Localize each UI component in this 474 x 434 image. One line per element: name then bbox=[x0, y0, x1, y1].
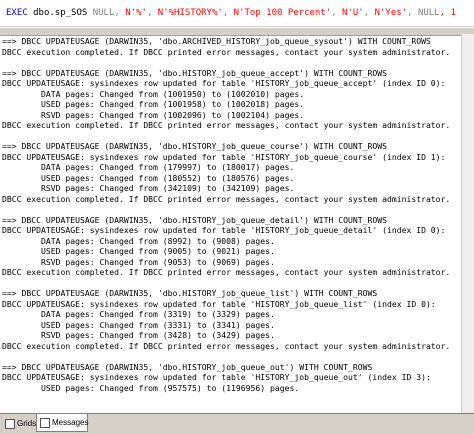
message-line: ==> DBCC UPDATEUSAGE (DARWIN35, 'dbo.HIS… bbox=[2, 361, 373, 372]
message-line: DBCC UPDATEUSAGE: sysindexes row updated… bbox=[2, 298, 436, 309]
query-editor[interactable]: EXEC dbo.sp_SOS NULL, N'%', N'%HISTORY%'… bbox=[0, 0, 474, 27]
message-line: DBCC UPDATEUSAGE: sysindexes row updated… bbox=[2, 78, 446, 88]
splitter[interactable] bbox=[0, 27, 474, 36]
message-line: DBCC execution completed. If DBCC printe… bbox=[2, 340, 451, 351]
message-line: ==> DBCC UPDATEUSAGE (DARWIN35, 'dbo.HIS… bbox=[2, 67, 387, 78]
message-line: ==> DBCC UPDATEUSAGE (DARWIN35, 'dbo.HIS… bbox=[2, 288, 378, 298]
message-line: ==> DBCC UPDATEUSAGE (DARWIN35, 'dbo.HIS… bbox=[2, 214, 387, 225]
query-token: N'%HISTORY%' bbox=[157, 8, 223, 18]
message-line: DBCC UPDATEUSAGE: sysindexes row updated… bbox=[2, 225, 446, 235]
query-token: , bbox=[363, 8, 375, 18]
message-line: USED pages: Changed from (180552) to (18… bbox=[2, 172, 295, 183]
message-line: DBCC execution completed. If DBCC printe… bbox=[2, 120, 451, 130]
message-line: DATA pages: Changed from (179997) to (18… bbox=[2, 162, 295, 172]
tab-grids[interactable]: Grids bbox=[2, 415, 36, 432]
query-token: NULL bbox=[92, 8, 115, 18]
message-line: DATA pages: Changed from (8992) to (9008… bbox=[2, 235, 275, 246]
message-line: DBCC execution completed. If DBCC printe… bbox=[2, 46, 451, 57]
query-token: N'U' bbox=[342, 8, 364, 18]
grid-icon bbox=[5, 419, 15, 429]
query-token: , bbox=[146, 8, 158, 18]
message-line: RSVD pages: Changed from (342109) to (34… bbox=[2, 183, 295, 193]
message-line: DBCC execution completed. If DBCC printe… bbox=[2, 193, 451, 204]
tab-messages-label: Messages bbox=[52, 418, 89, 427]
query-line: EXEC dbo.sp_SOS NULL, N'%', N'%HISTORY%'… bbox=[6, 8, 456, 19]
query-token: , bbox=[407, 8, 418, 18]
message-line: ==> DBCC UPDATEUSAGE (DARWIN35, 'dbo.HIS… bbox=[2, 141, 387, 151]
results-tab-bar: Grids Messages bbox=[0, 413, 474, 434]
query-token: , bbox=[114, 8, 126, 18]
query-token: EXEC bbox=[6, 8, 28, 18]
message-line: USED pages: Changed from (9005) to (9021… bbox=[2, 246, 275, 256]
query-token: N'Yes' bbox=[374, 8, 408, 18]
query-token: , bbox=[222, 8, 234, 18]
query-token: , bbox=[331, 8, 343, 18]
message-line: DBCC execution completed. If DBCC printe… bbox=[2, 267, 451, 277]
query-token: dbo.sp_SOS bbox=[27, 8, 93, 18]
tab-messages[interactable]: Messages bbox=[36, 414, 88, 432]
vertical-scrollbar[interactable] bbox=[461, 34, 474, 413]
message-line: USED pages: Changed from (957575) to (11… bbox=[2, 382, 300, 393]
query-token: NULL bbox=[417, 8, 440, 18]
message-line: ==> DBCC UPDATEUSAGE (DARWIN35, 'dbo.ARC… bbox=[2, 37, 431, 46]
query-token: , 1 bbox=[439, 8, 456, 18]
message-line: RSVD pages: Changed from (1002096) to (1… bbox=[2, 109, 305, 120]
message-line: DATA pages: Changed from (1001950) to (1… bbox=[2, 88, 305, 99]
message-line: USED pages: Changed from (3331) to (3341… bbox=[2, 319, 275, 330]
messages-pane[interactable]: ==> DBCC UPDATEUSAGE (DARWIN35, 'dbo.ARC… bbox=[0, 37, 461, 412]
tab-grids-label: Grids bbox=[17, 419, 37, 428]
message-line: RSVD pages: Changed from (3428) to (3429… bbox=[2, 330, 275, 340]
message-line: USED pages: Changed from (1001958) to (1… bbox=[2, 99, 305, 109]
messages-icon bbox=[40, 418, 50, 428]
message-line: RSVD pages: Changed from (9053) to (9069… bbox=[2, 256, 275, 267]
message-line: DATA pages: Changed from (3319) to (3329… bbox=[2, 309, 275, 319]
query-token: N'%' bbox=[125, 8, 147, 18]
message-line: DBCC UPDATEUSAGE: sysindexes row updated… bbox=[2, 151, 446, 162]
message-line: DBCC UPDATEUSAGE: sysindexes row updated… bbox=[2, 372, 431, 382]
query-token: N'Top 100 Percent' bbox=[233, 8, 332, 18]
